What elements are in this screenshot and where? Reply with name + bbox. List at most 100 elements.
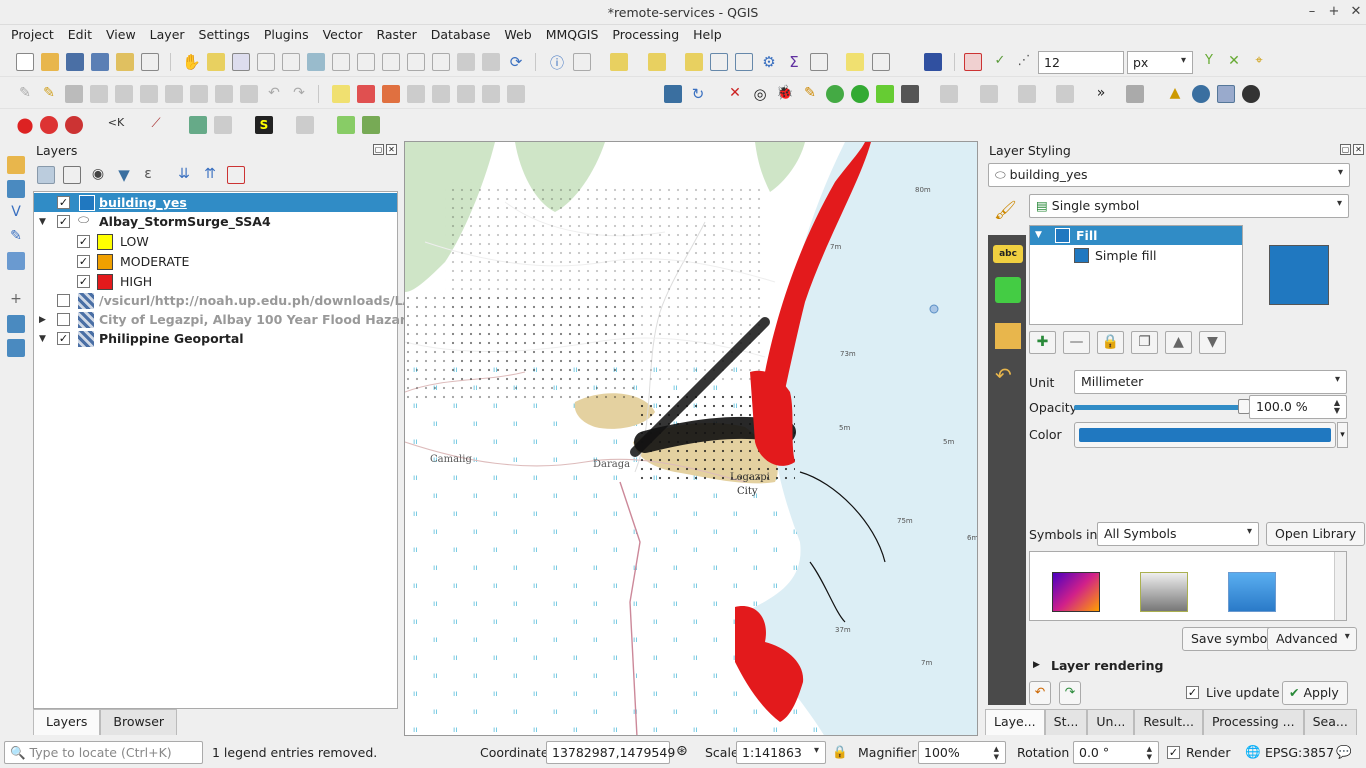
symbol-tree-fill-row[interactable]: ▼ Fill [1030,226,1242,245]
collapse-all-icon[interactable]: ⇈ [201,166,219,184]
menu-mmqgis[interactable]: MMQGIS [539,25,606,45]
save-as-icon[interactable] [91,53,109,71]
color-button[interactable] [1074,422,1336,448]
tab-results[interactable]: Result... [1134,709,1203,735]
zoom-last-icon[interactable] [407,53,425,71]
snap-intersection-icon[interactable]: ✕ [1225,53,1243,71]
labels-tab-icon[interactable]: abc [993,245,1023,263]
redo-style-icon[interactable]: ↷ [1059,681,1081,705]
gallery-scrollbar[interactable] [1334,552,1346,620]
topological-editing-icon[interactable]: Y [1200,53,1218,71]
snapping-type-icon[interactable]: ⋰ [1015,53,1033,71]
new-map-view-icon[interactable] [457,53,475,71]
menu-project[interactable]: Project [4,25,61,45]
legend-item-moderate[interactable]: ✓ MODERATE [34,252,397,271]
menu-view[interactable]: View [99,25,143,45]
zoom-selection-icon[interactable] [332,53,350,71]
lock-scale-icon[interactable]: 🔒 [832,744,848,760]
shape-digitize-icon[interactable] [940,85,958,103]
menu-plugins[interactable]: Plugins [257,25,316,45]
vertex-tool-icon[interactable] [115,85,133,103]
tab-undo[interactable]: Un... [1087,709,1135,735]
current-edits-icon[interactable]: ✎ [16,85,34,103]
diagrams-tab-icon[interactable] [995,323,1021,349]
tab-processing[interactable]: Processing ... [1202,709,1304,735]
float-panel-icon[interactable]: ▢ [1340,144,1351,155]
spin-arrows-icon[interactable]: ▲ ▼ [1334,399,1340,415]
menu-settings[interactable]: Settings [192,25,257,45]
layer-checkbox[interactable] [57,313,70,326]
manage-visibility-icon[interactable]: ◉ [89,166,107,184]
pan-to-selection-icon[interactable] [207,53,225,71]
add-delimited-icon[interactable]: V [7,204,25,222]
menu-layer[interactable]: Layer [143,25,192,45]
move-down-button[interactable]: ▼ [1199,331,1226,354]
color-dropdown-icon[interactable]: ▾ [1337,422,1348,448]
qgis-plugin-icon[interactable] [337,116,355,134]
terrain-icon[interactable] [876,85,894,103]
toolbox-icon[interactable]: ⚙ [760,53,778,71]
split-features-icon[interactable] [1126,85,1144,103]
processing-model-icon[interactable] [362,116,380,134]
save-project-icon[interactable] [66,53,84,71]
menu-raster[interactable]: Raster [369,25,423,45]
crs-globe-icon[interactable]: 🌐 [1245,744,1261,760]
more-tools-icon[interactable]: » [1092,85,1110,103]
remove-layer-icon[interactable] [227,166,245,184]
remove-symbol-layer-button[interactable]: — [1063,331,1090,354]
tab-statistics[interactable]: St... [1044,709,1088,735]
label-show-hide-icon[interactable] [407,85,425,103]
open-library-button[interactable]: Open Library [1266,522,1366,546]
georef-icon[interactable] [296,116,314,134]
add-point-icon[interactable]: + [7,291,25,309]
cut-features-icon[interactable] [190,85,208,103]
zoom-out-icon[interactable] [257,53,275,71]
menu-web[interactable]: Web [497,25,538,45]
map-canvas[interactable]: ıııı Camalig Daraga Legazpi City 80m 7m [404,141,978,736]
label-pin-icon[interactable] [382,85,400,103]
circle-digitize-icon[interactable] [980,85,998,103]
snapping-mode-icon[interactable]: ✓ [991,53,1009,71]
zoom-in-icon[interactable] [232,53,250,71]
duplicate-layer-button[interactable]: ❐ [1131,331,1158,354]
add-vector-icon[interactable] [7,156,25,174]
bookmark-icon[interactable] [482,53,500,71]
info-icon[interactable] [1192,85,1210,103]
measure-icon[interactable] [810,53,828,71]
binoculars-2-icon[interactable] [1242,85,1260,103]
symbols-in-select[interactable]: All Symbols ▾ [1097,522,1259,546]
zoom-full-icon[interactable] [307,53,325,71]
save-symbol-button[interactable]: Save symbol [1182,627,1280,651]
zoom-rubberband-icon[interactable] [282,53,300,71]
advanced-button[interactable]: Advanced ▾ [1267,627,1357,651]
osm-icon[interactable]: <K [107,116,125,134]
minimize-button[interactable]: – [1302,2,1322,22]
layer-rendering-label[interactable]: Layer rendering [1051,658,1163,673]
reload-plugin-icon[interactable]: ↻ [689,85,707,103]
layer-item-legazpi-flood[interactable]: ▶ City of Legazpi, Albay 100 Year Flood … [34,310,449,329]
layer-item-albay-stormsurge[interactable]: ▼ ✓ ⬭ Albay_StormSurge_SSA4 [34,212,397,231]
attribute-table-icon[interactable] [710,53,728,71]
layer-item-building-yes[interactable]: ✓ building_yes [34,193,397,212]
menu-edit[interactable]: Edit [61,25,99,45]
scale-select[interactable]: 1:141863 ▾ [736,741,826,764]
lock-layer-button[interactable]: 🔒 [1097,331,1124,354]
pin-remove-icon[interactable] [65,116,83,134]
pin-add-icon[interactable] [40,116,58,134]
warning-icon[interactable]: ▲ [1166,85,1184,103]
maximize-button[interactable]: + [1324,2,1344,22]
select-by-value-icon[interactable] [648,53,666,71]
expand-all-icon[interactable]: ⇊ [175,166,193,184]
coordinate-input[interactable]: 13782987,1479549 [546,741,675,764]
spin-arrows-icon[interactable]: ▲ ▼ [1147,745,1152,761]
apply-button[interactable]: ✔ Apply [1282,681,1348,705]
snapping-magnet-icon[interactable] [964,53,982,71]
select-features-icon[interactable] [610,53,628,71]
add-feature-icon[interactable] [90,85,108,103]
layer-stack-icon[interactable] [851,85,869,103]
extents-icon[interactable]: ⊛ [676,743,688,759]
add-group-icon[interactable] [63,166,81,184]
open-styling-icon[interactable] [37,166,55,184]
snapping-unit-select[interactable]: px ▾ [1127,51,1193,74]
diagram-icon[interactable] [357,85,375,103]
